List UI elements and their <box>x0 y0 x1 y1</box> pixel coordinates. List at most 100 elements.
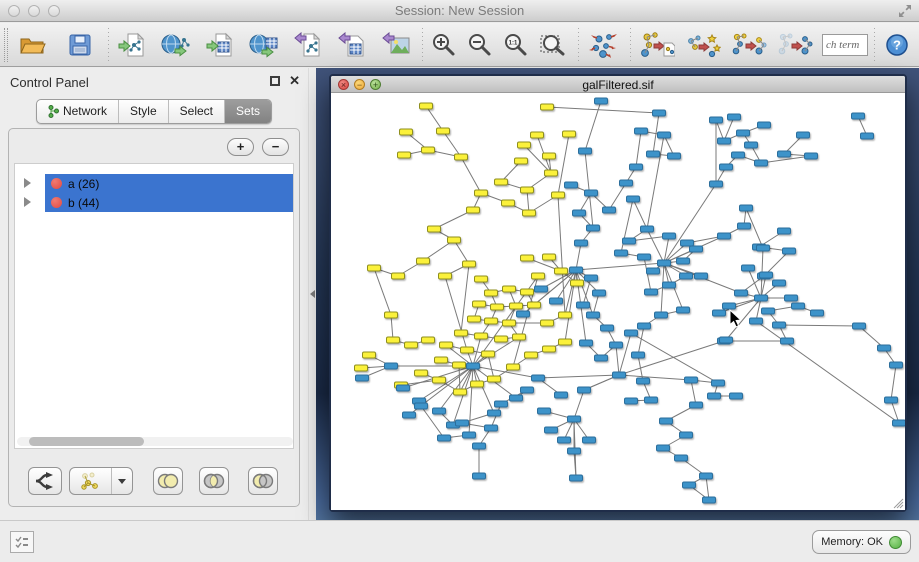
graph-node[interactable] <box>510 303 523 309</box>
graph-node[interactable] <box>718 233 731 239</box>
graph-node[interactable] <box>356 375 369 381</box>
graph-node[interactable] <box>703 497 716 503</box>
graph-node[interactable] <box>510 395 523 401</box>
open-session-button[interactable] <box>14 26 50 64</box>
graph-node[interactable] <box>613 372 626 378</box>
graph-node[interactable] <box>663 233 676 239</box>
graph-node[interactable] <box>732 152 745 158</box>
graph-node[interactable] <box>545 427 558 433</box>
tab-select[interactable]: Select <box>169 100 225 123</box>
search-input[interactable] <box>822 34 868 56</box>
graph-node[interactable] <box>488 376 501 382</box>
graph-node[interactable] <box>681 240 694 246</box>
graph-node[interactable] <box>525 352 538 358</box>
graph-node[interactable] <box>720 337 733 343</box>
task-history-button[interactable] <box>10 531 34 553</box>
graph-node[interactable] <box>415 403 428 409</box>
graph-node[interactable] <box>422 147 435 153</box>
graph-node[interactable] <box>475 190 488 196</box>
graph-node[interactable] <box>610 342 623 348</box>
graph-node[interactable] <box>663 282 676 288</box>
graph-node[interactable] <box>392 273 405 279</box>
graph-node[interactable] <box>439 273 452 279</box>
graph-node[interactable] <box>521 187 534 193</box>
scrollbar-thumb[interactable] <box>29 437 144 446</box>
graph-node[interactable] <box>482 351 495 357</box>
export-network-button[interactable] <box>290 26 326 64</box>
resize-grip[interactable] <box>891 496 904 509</box>
graph-node[interactable] <box>615 250 628 256</box>
graph-node[interactable] <box>577 302 590 308</box>
graph-node[interactable] <box>532 375 545 381</box>
zoom-actual-button[interactable]: 1:1 <box>500 26 532 64</box>
graph-node[interactable] <box>543 254 556 260</box>
graph-node[interactable] <box>543 153 556 159</box>
graph-node[interactable] <box>485 425 498 431</box>
graph-node[interactable] <box>475 333 488 339</box>
tab-style[interactable]: Style <box>119 100 169 123</box>
toolbar-drag-handle[interactable] <box>4 28 8 62</box>
graph-node[interactable] <box>543 346 556 352</box>
graph-node[interactable] <box>428 226 441 232</box>
graph-node[interactable] <box>778 228 791 234</box>
graph-node[interactable] <box>585 190 598 196</box>
graph-node[interactable] <box>415 370 428 376</box>
disclosure-triangle-icon[interactable] <box>24 178 31 188</box>
graph-node[interactable] <box>740 205 753 211</box>
new-network-from-selection-selected-button[interactable] <box>774 26 816 64</box>
export-table-button[interactable] <box>334 26 370 64</box>
graph-node[interactable] <box>563 131 576 137</box>
graph-node[interactable] <box>805 153 818 159</box>
graph-node[interactable] <box>680 432 693 438</box>
zoom-in-button[interactable] <box>428 26 460 64</box>
graph-node[interactable] <box>568 448 581 454</box>
graph-node[interactable] <box>488 410 501 416</box>
graph-node[interactable] <box>723 303 736 309</box>
graph-node[interactable] <box>677 258 690 264</box>
graph-node[interactable] <box>573 210 586 216</box>
graph-node[interactable] <box>555 392 568 398</box>
apply-layout-button[interactable] <box>584 26 624 64</box>
graph-node[interactable] <box>773 280 786 286</box>
graph-node[interactable] <box>683 482 696 488</box>
union-sets-button[interactable] <box>153 467 183 495</box>
graph-node[interactable] <box>400 129 413 135</box>
graph-node[interactable] <box>385 363 398 369</box>
graph-node[interactable] <box>758 122 771 128</box>
graph-node[interactable] <box>712 380 725 386</box>
graph-node[interactable] <box>397 385 410 391</box>
graph-node[interactable] <box>623 238 636 244</box>
graph-node[interactable] <box>532 273 545 279</box>
add-set-button[interactable]: + <box>227 138 254 156</box>
save-session-button[interactable] <box>62 26 98 64</box>
zoom-out-button[interactable] <box>464 26 496 64</box>
select-first-neighbors-button[interactable] <box>682 26 724 64</box>
graph-node[interactable] <box>473 443 486 449</box>
graph-node[interactable] <box>620 180 633 186</box>
graph-node[interactable] <box>438 435 451 441</box>
graph-node[interactable] <box>593 290 606 296</box>
graph-node[interactable] <box>595 355 608 361</box>
tab-network[interactable]: Network <box>37 100 119 123</box>
graph-node[interactable] <box>757 245 770 251</box>
hide-selected-button[interactable] <box>636 26 678 64</box>
graph-node[interactable] <box>583 437 596 443</box>
help-button[interactable]: ? <box>880 26 914 64</box>
graph-node[interactable] <box>552 192 565 198</box>
graph-node[interactable] <box>750 318 763 324</box>
graph-node[interactable] <box>405 342 418 348</box>
graph-node[interactable] <box>685 377 698 383</box>
graph-node[interactable] <box>485 290 498 296</box>
graph-node[interactable] <box>517 311 530 317</box>
graph-node[interactable] <box>570 267 583 273</box>
graph-node[interactable] <box>433 408 446 414</box>
graph-node[interactable] <box>718 138 731 144</box>
graph-node[interactable] <box>453 362 466 368</box>
graph-node[interactable] <box>565 182 578 188</box>
graph-node[interactable] <box>507 364 520 370</box>
graph-node[interactable] <box>637 378 650 384</box>
graph-node[interactable] <box>885 397 898 403</box>
graph-node[interactable] <box>578 387 591 393</box>
graph-node[interactable] <box>531 132 544 138</box>
graph-node[interactable] <box>363 352 376 358</box>
